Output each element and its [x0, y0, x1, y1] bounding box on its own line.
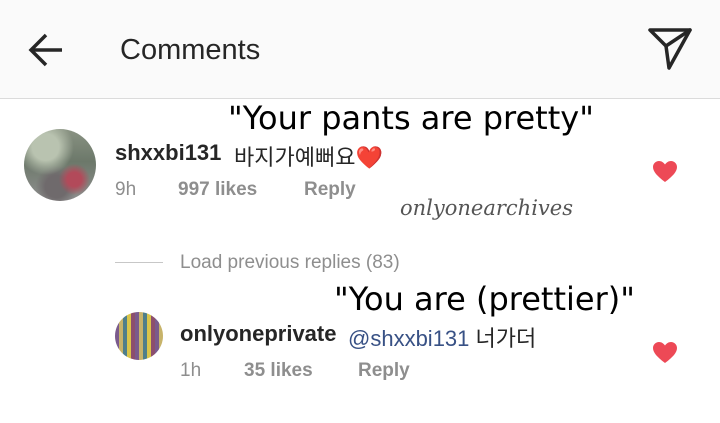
- back-button[interactable]: [24, 30, 68, 70]
- reply-reply-button[interactable]: Reply: [358, 360, 410, 382]
- heart-emoji: ❤️: [355, 145, 383, 170]
- avatar[interactable]: [115, 312, 163, 360]
- send-button[interactable]: [644, 24, 696, 74]
- reply-time: 1h: [180, 360, 202, 381]
- comment-username[interactable]: shxxbi131: [115, 140, 221, 166]
- reply-username[interactable]: onlyoneprivate: [180, 321, 336, 347]
- translation-caption-2: "You are (prettier)": [334, 280, 635, 318]
- reply-body: 너가더: [475, 326, 537, 351]
- comment-likes[interactable]: 997 likes: [178, 179, 257, 201]
- header-bar: Comments: [0, 0, 720, 99]
- load-previous-replies[interactable]: Load previous replies (83): [180, 252, 400, 274]
- comment-time: 9h: [115, 179, 137, 200]
- comment-text: 바지가예뻐요❤️: [234, 140, 383, 172]
- reply-like-button[interactable]: [652, 341, 678, 365]
- heart-icon: [653, 161, 677, 182]
- like-button[interactable]: [652, 160, 678, 184]
- heart-icon: [653, 342, 677, 363]
- avatar[interactable]: [24, 129, 96, 201]
- translation-caption-1: "Your pants are pretty": [228, 99, 594, 137]
- page-title: Comments: [120, 34, 261, 66]
- comment-body: 바지가예뻐요: [234, 145, 356, 170]
- reply-likes[interactable]: 35 likes: [244, 360, 313, 382]
- comment-reply-button[interactable]: Reply: [304, 179, 356, 201]
- arrow-left-icon: [28, 33, 62, 67]
- reply-mention[interactable]: @shxxbi131: [348, 326, 469, 351]
- paper-plane-icon: [648, 28, 692, 70]
- reply-text: @shxxbi131 너가더: [348, 321, 536, 353]
- divider-line: [115, 262, 163, 263]
- watermark: onlyonearchives: [400, 196, 573, 220]
